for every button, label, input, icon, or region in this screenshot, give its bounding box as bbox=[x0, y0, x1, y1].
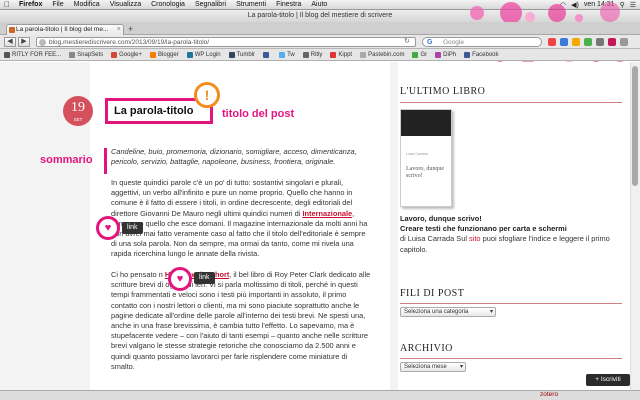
url-text: blog.mestierediscrivere.com/2013/09/19/l… bbox=[49, 39, 210, 46]
forward-button[interactable]: ▶ bbox=[18, 37, 30, 47]
spotlight-icon[interactable]: ⚲ bbox=[620, 1, 625, 9]
book-cover-author: Luisa Carrada bbox=[406, 152, 428, 156]
bookmark-item[interactable]: Blogger bbox=[150, 51, 179, 58]
addon-red-icon[interactable] bbox=[548, 38, 556, 46]
system-menubar:  Firefox File Modifica Visualizza Crono… bbox=[0, 0, 640, 10]
bookmark-item[interactable]: SnapSets bbox=[69, 51, 103, 58]
post-paragraph-2: Ci ho pensato n How to write short, il b… bbox=[111, 270, 371, 371]
navigation-bar: ◀ ▶ blog.mestierediscrivere.com/2013/09/… bbox=[0, 35, 640, 49]
book-cover-title: Lavoro, dunque scrivo! bbox=[406, 166, 444, 179]
annotation-summary-label: sommario bbox=[40, 154, 93, 166]
link-internazionale[interactable]: Internazionale bbox=[302, 209, 352, 218]
zotero-button[interactable]: zotero bbox=[540, 391, 558, 398]
book-subtitle: Creare testi che funzionano per carta e … bbox=[400, 224, 567, 234]
window-titlebar: La parola-titolo | Il blog del mestiere … bbox=[0, 10, 640, 22]
page-scrollbar-thumb[interactable] bbox=[632, 66, 638, 186]
site-identity-icon[interactable] bbox=[39, 39, 46, 46]
bookmark-item[interactable]: RITLY FOR FEE... bbox=[4, 51, 61, 58]
post-day: 19 bbox=[71, 100, 85, 115]
tab-close-icon[interactable]: × bbox=[117, 25, 121, 35]
menu-finestra[interactable]: Finestra bbox=[271, 1, 306, 8]
category-select[interactable]: Seleziona una categoria ▾ bbox=[400, 307, 496, 317]
menu-segnalibri[interactable]: Segnalibri bbox=[190, 1, 231, 8]
back-button[interactable]: ◀ bbox=[4, 37, 16, 47]
new-tab-button[interactable]: + bbox=[128, 24, 133, 34]
post-paragraph-1: In queste quindici parole c'è un po' di … bbox=[111, 178, 368, 259]
bookmark-item[interactable] bbox=[263, 51, 271, 58]
heart-icon[interactable]: ♥ bbox=[96, 216, 120, 240]
addon-green-icon[interactable] bbox=[584, 38, 592, 46]
archive-month-select[interactable]: Seleziona mese ▾ bbox=[400, 362, 466, 372]
menu-file[interactable]: File bbox=[47, 1, 68, 8]
bookmark-item[interactable]: Kippt bbox=[330, 51, 352, 58]
apple-icon[interactable]:  bbox=[0, 0, 14, 9]
list-icon[interactable]: ☰ bbox=[630, 1, 636, 9]
bookmark-item[interactable]: Tumblr bbox=[228, 51, 255, 58]
book-description: Lavoro, dunque scrivo! Creare testi che … bbox=[400, 214, 625, 255]
bookmark-item[interactable]: Facebook bbox=[464, 51, 499, 58]
heart-icon[interactable]: ♥ bbox=[168, 267, 192, 291]
tab-bar: La parola-titolo | Il blog del me... × + bbox=[0, 22, 640, 35]
sidebar-heading-archivio: ARCHIVIO bbox=[400, 343, 453, 354]
bookmarks-toolbar: RITLY FOR FEE... SnapSets Google+ Blogge… bbox=[0, 49, 640, 61]
google-icon[interactable]: G bbox=[427, 38, 432, 47]
chevron-down-icon: ▾ bbox=[459, 364, 463, 370]
window-title: La parola-titolo | Il blog del mestiere … bbox=[247, 12, 393, 19]
sidebar-divider bbox=[400, 358, 622, 359]
tab-label: La parola-titolo | Il blog del me... bbox=[16, 26, 109, 33]
home-icon[interactable] bbox=[596, 38, 604, 46]
menu-app-firefox[interactable]: Firefox bbox=[14, 1, 47, 8]
link-tag[interactable]: link bbox=[122, 222, 143, 234]
chevron-down-icon: ▾ bbox=[489, 309, 493, 315]
bookmark-item[interactable]: Ritly bbox=[302, 51, 322, 58]
menu-icon[interactable] bbox=[620, 38, 628, 46]
sidebar-divider bbox=[400, 303, 622, 304]
addon-blue-icon[interactable] bbox=[560, 38, 568, 46]
post-date-badge: 19 SET bbox=[63, 96, 93, 126]
volume-icon[interactable]: ◀) bbox=[571, 1, 579, 9]
sidebar-divider bbox=[400, 102, 622, 103]
bookmark-item[interactable]: Google+ bbox=[111, 51, 142, 58]
favicon-icon bbox=[9, 27, 15, 33]
search-input[interactable]: G Google bbox=[422, 37, 542, 47]
menu-aiuto[interactable]: Aiuto bbox=[306, 1, 332, 8]
addon-yellow-icon[interactable] bbox=[572, 38, 580, 46]
sidebar-heading-fili: FILI DI POST bbox=[400, 288, 465, 299]
sidebar-heading-book: L'ULTIMO LIBRO bbox=[400, 86, 486, 97]
book-cover-image[interactable]: Luisa Carrada Lavoro, dunque scrivo! bbox=[400, 109, 452, 207]
link-tag[interactable]: link bbox=[194, 272, 215, 284]
alert-icon: ! bbox=[194, 82, 220, 108]
post-summary: Candeline, buio, promemoria, dizionario,… bbox=[111, 147, 357, 167]
bookmark-item[interactable]: DiPh bbox=[435, 51, 456, 58]
menu-cronologia[interactable]: Cronologia bbox=[146, 1, 190, 8]
bookmark-item[interactable]: Gr bbox=[412, 51, 427, 58]
bookmark-item[interactable]: WP Login bbox=[186, 51, 221, 58]
link-sito[interactable]: sito bbox=[469, 234, 481, 243]
search-placeholder: Google bbox=[443, 39, 464, 46]
book-cover-band bbox=[401, 110, 451, 136]
book-title: Lavoro, dunque scrivo! bbox=[400, 214, 482, 223]
annotation-title-label: titolo del post bbox=[222, 108, 295, 120]
bookmark-item[interactable]: Pastebin.com bbox=[360, 51, 404, 58]
tab-active[interactable]: La parola-titolo | Il blog del me... × bbox=[6, 24, 124, 35]
menu-strumenti[interactable]: Strumenti bbox=[231, 1, 271, 8]
subscribe-button[interactable]: + Iscriviti bbox=[586, 374, 630, 386]
summary-marker bbox=[104, 148, 107, 174]
addon-pink-icon[interactable] bbox=[608, 38, 616, 46]
post-month: SET bbox=[73, 117, 83, 122]
bookmark-item[interactable]: Tw bbox=[279, 51, 295, 58]
url-bar[interactable]: blog.mestierediscrivere.com/2013/09/19/l… bbox=[36, 37, 416, 47]
reload-icon[interactable]: ↻ bbox=[404, 37, 410, 45]
menu-modifica[interactable]: Modifica bbox=[69, 1, 105, 8]
menu-visualizza[interactable]: Visualizza bbox=[105, 1, 146, 8]
